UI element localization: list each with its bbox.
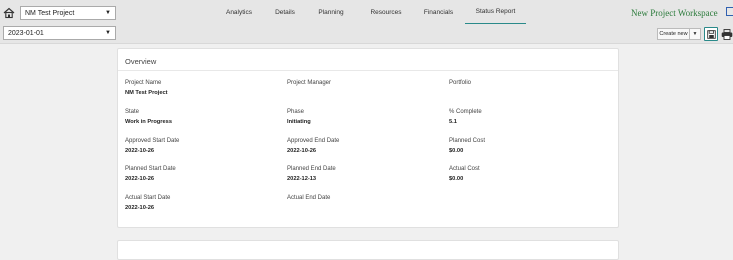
tab-financials[interactable]: Financials <box>412 0 465 24</box>
field-value: NM Test Project <box>125 90 168 96</box>
field-planned-end-date: Planned End Date 2022-12-13 <box>287 166 336 182</box>
overview-card: Overview Project Name NM Test Project Pr… <box>117 48 619 228</box>
field-label: Phase <box>287 109 305 115</box>
field-state: State Work in Progress <box>125 109 172 125</box>
field-value: 2022-10-26 <box>125 205 155 211</box>
field-percent-complete: % Complete 5.1 <box>449 109 482 125</box>
field-label: Planned End Date <box>287 166 336 172</box>
project-select[interactable]: NM Test Project ▼ <box>20 6 116 20</box>
chevron-down-icon: ▼ <box>105 10 111 16</box>
overview-title: Overview <box>125 57 157 66</box>
field-label: Project Name <box>125 80 162 86</box>
field-value: $0.00 <box>449 148 464 154</box>
date-select-value: 2023-01-01 <box>8 29 44 37</box>
project-select-value: NM Test Project <box>25 9 75 17</box>
field-label: State <box>125 109 140 115</box>
field-label: Actual Cost <box>449 166 480 172</box>
field-value: 2022-10-26 <box>287 148 317 154</box>
field-label: Approved End Date <box>287 138 340 144</box>
field-label: Actual Start Date <box>125 195 171 201</box>
printer-icon <box>721 28 733 40</box>
tab-planning[interactable]: Planning <box>302 0 360 24</box>
field-portfolio: Portfolio <box>449 80 471 90</box>
field-label: Project Manager <box>287 80 332 86</box>
print-button[interactable] <box>721 28 733 40</box>
field-approved-end-date: Approved End Date 2022-10-26 <box>287 138 339 154</box>
field-project-name: Project Name NM Test Project <box>125 80 168 96</box>
field-project-manager: Project Manager <box>287 80 331 90</box>
field-value: 2022-10-26 <box>125 148 155 154</box>
field-phase: Phase Initiating <box>287 109 311 125</box>
field-actual-cost: Actual Cost $0.00 <box>449 166 480 182</box>
date-select[interactable]: 2023-01-01 ▼ <box>3 26 116 40</box>
field-label: Actual End Date <box>287 195 331 201</box>
tab-status-report[interactable]: Status Report <box>465 0 526 24</box>
chevron-down-icon: ▼ <box>105 30 111 36</box>
field-value: Initiating <box>287 119 311 125</box>
field-planned-start-date: Planned Start Date 2022-10-26 <box>125 166 176 182</box>
field-label: % Complete <box>449 109 482 115</box>
save-icon <box>706 29 716 39</box>
tab-details[interactable]: Details <box>268 0 302 24</box>
save-button[interactable] <box>704 27 718 41</box>
field-value: Work in Progress <box>125 119 172 125</box>
tab-resources[interactable]: Resources <box>360 0 412 24</box>
field-label: Approved Start Date <box>125 138 180 144</box>
divider <box>118 70 618 71</box>
field-label: Portfolio <box>449 80 472 86</box>
chevron-down-icon: ▼ <box>692 31 698 37</box>
home-icon[interactable] <box>3 7 15 19</box>
create-new-dropdown[interactable]: ▼ <box>690 28 701 40</box>
field-actual-end-date: Actual End Date <box>287 195 330 205</box>
workspace-link[interactable]: New Project Workspace <box>631 8 718 18</box>
field-value: 5.1 <box>449 119 457 125</box>
checkbox-icon[interactable] <box>726 7 733 16</box>
field-value: 2022-12-13 <box>287 176 317 182</box>
field-planned-cost: Planned Cost $0.00 <box>449 138 485 154</box>
create-new-button[interactable]: Create new <box>657 28 690 40</box>
next-section-card <box>117 240 619 260</box>
field-actual-start-date: Actual Start Date 2022-10-26 <box>125 195 170 211</box>
field-label: Planned Start Date <box>125 166 176 172</box>
field-label: Planned Cost <box>449 138 486 144</box>
tab-bar: Analytics Details Planning Resources Fin… <box>210 0 526 24</box>
top-toolbar: NM Test Project ▼ 2023-01-01 ▼ Analytics… <box>0 0 733 44</box>
tab-analytics[interactable]: Analytics <box>210 0 268 24</box>
field-approved-start-date: Approved Start Date 2022-10-26 <box>125 138 179 154</box>
field-value: 2022-10-26 <box>125 176 155 182</box>
field-value: $0.00 <box>449 176 464 182</box>
